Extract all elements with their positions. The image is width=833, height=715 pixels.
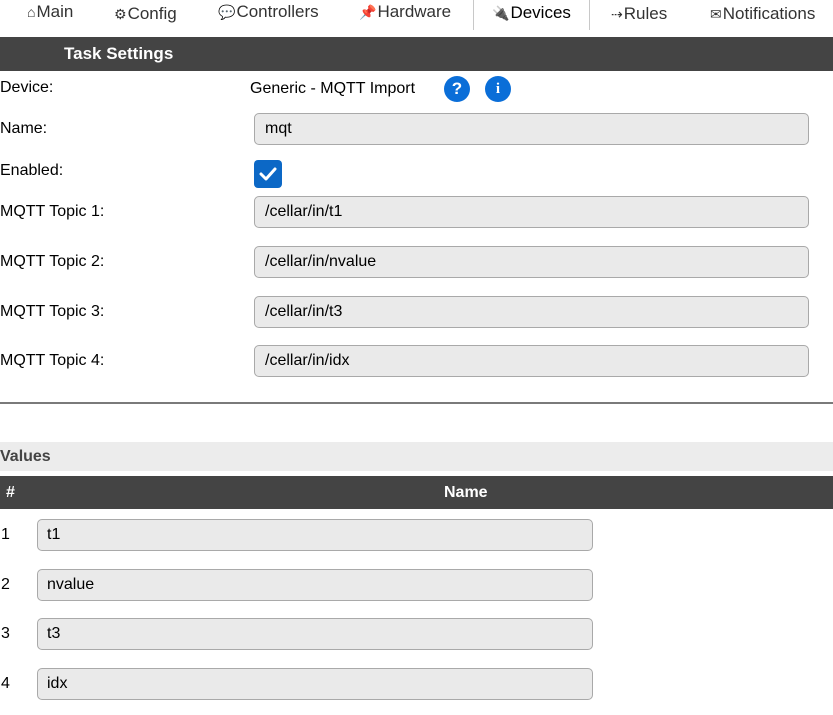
tab-bar: ⌂Main ⚙Config 💬Controllers 📌Hardware 🔌De… [0,0,833,30]
device-label: Device: [0,79,54,96]
topic-2-input[interactable]: /cellar/in/nvalue [254,246,809,278]
topic-1-label: MQTT Topic 1: [0,203,105,220]
help-icon[interactable]: ? [444,76,470,102]
tab-config[interactable]: ⚙Config [114,3,177,33]
tab-hardware[interactable]: 📌Hardware [359,1,451,31]
value-name-input[interactable]: idx [37,668,593,700]
name-input[interactable]: mqt [254,113,809,145]
home-icon: ⌂ [27,4,36,20]
topic-1-input[interactable]: /cellar/in/t1 [254,196,809,228]
device-type-value: Generic - MQTT Import [250,80,416,97]
topic-2-label: MQTT Topic 2: [0,253,105,270]
tab-controllers[interactable]: 💬Controllers [218,1,319,31]
value-name-input[interactable]: t1 [37,519,593,551]
plug-icon: 🔌 [492,5,510,21]
values-section-title: Values [0,442,833,471]
gear-icon: ⚙ [114,6,127,22]
tab-label: Config [127,4,177,23]
info-icon[interactable]: i [485,76,511,102]
column-header-number: # [6,484,15,501]
tab-label: Controllers [236,2,319,21]
value-row-number: 3 [1,625,10,642]
value-name-input[interactable]: t3 [37,618,593,650]
tab-label: Notifications [722,4,816,23]
values-table-header: # Name [0,476,833,509]
task-settings-header: Task Settings [0,37,833,71]
tab-rules[interactable]: ⇢Rules [611,3,667,33]
value-row-number: 4 [1,675,10,692]
enabled-label: Enabled: [0,162,64,179]
checkmark-icon [259,167,277,181]
value-row-number: 1 [1,526,10,543]
topic-3-input[interactable]: /cellar/in/t3 [254,296,809,328]
name-label: Name: [0,120,48,137]
value-name-input[interactable]: nvalue [37,569,593,601]
dashed-arrow-icon: ⇢ [611,6,623,22]
topic-4-input[interactable]: /cellar/in/idx [254,345,809,377]
value-row-number: 2 [1,576,10,593]
enabled-checkbox[interactable] [254,160,282,188]
envelope-icon: ✉ [710,6,722,22]
pushpin-icon: 📌 [359,4,377,20]
column-header-name: Name [444,484,488,501]
tab-label: Rules [623,4,668,23]
tab-main[interactable]: ⌂Main [27,1,73,31]
topic-3-label: MQTT Topic 3: [0,303,105,320]
tab-label: Main [36,2,74,21]
section-divider [0,402,833,404]
tab-label: Hardware [377,2,452,21]
tab-label: Devices [510,3,571,22]
speech-bubble-icon: 💬 [218,4,236,20]
topic-4-label: MQTT Topic 4: [0,352,105,369]
tab-devices[interactable]: 🔌Devices [473,0,590,30]
tab-notifications[interactable]: ✉Notifications [710,3,815,33]
